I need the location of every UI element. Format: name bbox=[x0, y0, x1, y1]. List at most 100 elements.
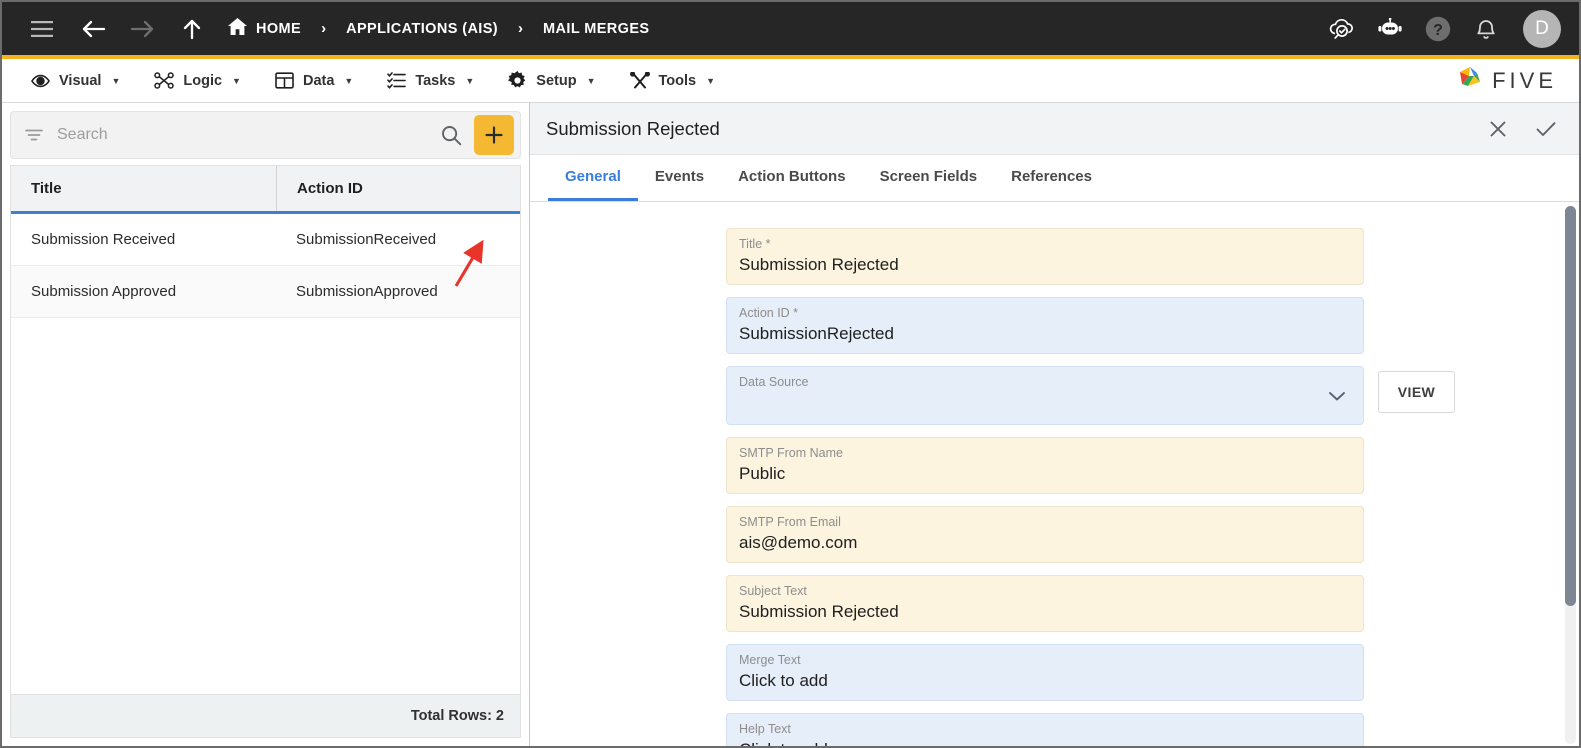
avatar[interactable]: D bbox=[1523, 9, 1561, 48]
chevron-down-icon[interactable] bbox=[1327, 389, 1347, 402]
detail-tabs: General Events Action Buttons Screen Fie… bbox=[530, 155, 1579, 202]
title-field-label: Title * bbox=[739, 237, 771, 251]
help-text-label: Help Text bbox=[739, 722, 791, 736]
gear-icon bbox=[508, 71, 527, 90]
breadcrumb-item-applications[interactable]: APPLICATIONS (AIS) bbox=[346, 21, 498, 37]
grid-column-header-title[interactable]: Title bbox=[11, 166, 276, 211]
merge-text-label: Merge Text bbox=[739, 653, 801, 667]
merge-text-field[interactable]: Merge Text Click to add bbox=[726, 644, 1364, 701]
grid-column-header-action-id[interactable]: Action ID bbox=[276, 166, 520, 211]
breadcrumb-label-mail-merges: MAIL MERGES bbox=[543, 20, 650, 37]
data-source-field-label: Data Source bbox=[739, 375, 809, 389]
help-icon[interactable]: ? bbox=[1421, 12, 1455, 46]
data-source-field[interactable]: Data Source bbox=[726, 366, 1364, 425]
main-body: Title Action ID Submission Received Subm… bbox=[2, 103, 1579, 746]
menu-label-setup: Setup bbox=[536, 72, 577, 89]
detail-header-actions bbox=[1485, 116, 1559, 142]
smtp-from-email-label: SMTP From Email bbox=[739, 515, 841, 529]
menu-item-data[interactable]: Data ▼ bbox=[258, 59, 370, 103]
grid-footer: Total Rows: 2 bbox=[10, 694, 521, 738]
tab-general[interactable]: General bbox=[548, 155, 638, 201]
menu-label-data: Data bbox=[302, 72, 335, 89]
title-field-value: Submission Rejected bbox=[739, 255, 899, 274]
menu-item-setup[interactable]: Setup ▼ bbox=[491, 59, 612, 103]
breadcrumb-item-home[interactable]: HOME bbox=[228, 17, 302, 39]
tab-events[interactable]: Events bbox=[638, 155, 721, 201]
check-icon[interactable] bbox=[1533, 116, 1559, 142]
action-id-field[interactable]: Action ID * SubmissionRejected bbox=[726, 297, 1364, 354]
logic-nodes-icon bbox=[154, 72, 175, 89]
grid-body: Submission Received SubmissionReceived S… bbox=[11, 214, 520, 694]
action-id-field-value: SubmissionRejected bbox=[739, 324, 894, 343]
hamburger-menu-icon[interactable] bbox=[22, 9, 62, 49]
notifications-bell-icon[interactable] bbox=[1469, 12, 1503, 46]
table-row[interactable]: Submission Received SubmissionReceived bbox=[11, 214, 520, 266]
cloud-check-icon[interactable] bbox=[1325, 12, 1359, 46]
close-icon[interactable] bbox=[1485, 116, 1511, 142]
tab-action-buttons[interactable]: Action Buttons bbox=[721, 155, 862, 201]
five-logo-text: FIVE bbox=[1492, 67, 1557, 93]
subject-text-field[interactable]: Subject Text Submission Rejected bbox=[726, 575, 1364, 632]
arrow-forward-icon bbox=[122, 9, 162, 49]
field-row-title: Title * Submission Rejected bbox=[530, 228, 1579, 285]
chevron-down-icon: ▼ bbox=[111, 75, 121, 86]
cell-title: Submission Approved bbox=[31, 283, 177, 300]
menu-item-logic[interactable]: Logic ▼ bbox=[137, 59, 258, 103]
arrow-back-icon[interactable] bbox=[74, 9, 114, 49]
help-text-value: Click to add bbox=[739, 738, 1349, 746]
menu-label-visual: Visual bbox=[59, 72, 102, 89]
top-nav-controls bbox=[22, 9, 212, 49]
five-logo: FIVE bbox=[1455, 64, 1557, 97]
table-row[interactable]: Submission Approved SubmissionApproved bbox=[11, 266, 520, 318]
form-scrollbar-track[interactable] bbox=[1565, 206, 1576, 744]
menu-item-tools[interactable]: Tools ▼ bbox=[613, 59, 733, 103]
chevron-down-icon: ▼ bbox=[232, 75, 241, 86]
detail-header: Submission Rejected bbox=[530, 103, 1579, 155]
menu-item-tasks[interactable]: Tasks ▼ bbox=[370, 59, 491, 103]
svg-text:?: ? bbox=[1433, 22, 1443, 39]
home-icon bbox=[228, 17, 247, 39]
form-scroll-area: Title * Submission Rejected Action ID * … bbox=[530, 202, 1579, 746]
smtp-from-email-field[interactable]: SMTP From Email ais@demo.com bbox=[726, 506, 1364, 563]
top-navigation-bar: HOME › APPLICATIONS (AIS) › MAIL MERGES … bbox=[2, 2, 1579, 55]
records-grid: Title Action ID Submission Received Subm… bbox=[10, 165, 521, 694]
view-button[interactable]: VIEW bbox=[1378, 371, 1455, 413]
tab-screen-fields[interactable]: Screen Fields bbox=[863, 155, 995, 201]
help-text-field[interactable]: Help Text Click to add bbox=[726, 713, 1364, 746]
cell-action-id: SubmissionReceived bbox=[296, 231, 437, 248]
title-field[interactable]: Title * Submission Rejected bbox=[726, 228, 1364, 285]
chevron-down-icon: ▼ bbox=[706, 75, 716, 86]
cell-title: Submission Received bbox=[31, 231, 176, 248]
breadcrumb-separator: › bbox=[518, 20, 524, 37]
records-list-pane: Title Action ID Submission Received Subm… bbox=[2, 103, 530, 746]
breadcrumb-item-mail-merges[interactable]: MAIL MERGES bbox=[543, 21, 649, 37]
field-row-help-text: Help Text Click to add bbox=[530, 713, 1579, 746]
module-menu-bar: Visual ▼ Logic ▼ Data ▼ Tasks ▼ Setup ▼ … bbox=[2, 59, 1579, 103]
task-list-icon bbox=[387, 72, 407, 89]
breadcrumb-label-home: HOME bbox=[256, 20, 302, 37]
arrow-up-icon[interactable] bbox=[172, 9, 212, 49]
smtp-from-name-field[interactable]: SMTP From Name Public bbox=[726, 437, 1364, 494]
field-row-smtp-from-name: SMTP From Name Public bbox=[530, 437, 1579, 494]
menu-item-visual[interactable]: Visual ▼ bbox=[14, 59, 137, 103]
page-title: Submission Rejected bbox=[546, 117, 720, 139]
search-toolbar bbox=[2, 103, 529, 165]
table-grid-icon bbox=[275, 72, 294, 89]
search-box bbox=[10, 111, 521, 159]
cell-action-id: SubmissionApproved bbox=[296, 283, 438, 300]
form-scrollbar-thumb[interactable] bbox=[1565, 206, 1576, 606]
tab-references[interactable]: References bbox=[994, 155, 1109, 201]
search-icon[interactable] bbox=[433, 125, 470, 146]
chevron-down-icon: ▼ bbox=[465, 75, 475, 86]
add-record-button[interactable] bbox=[474, 115, 514, 155]
top-nav-actions: ? D bbox=[1325, 9, 1561, 48]
chevron-down-icon: ▼ bbox=[344, 75, 354, 86]
smtp-from-name-label: SMTP From Name bbox=[739, 446, 843, 460]
field-row-action-id: Action ID * SubmissionRejected bbox=[530, 297, 1579, 354]
field-row-smtp-from-email: SMTP From Email ais@demo.com bbox=[530, 506, 1579, 563]
search-input[interactable] bbox=[43, 126, 433, 144]
menu-label-logic: Logic bbox=[183, 72, 223, 89]
chat-bot-icon[interactable] bbox=[1373, 12, 1407, 46]
filter-icon[interactable] bbox=[25, 128, 43, 142]
smtp-from-name-value: Public bbox=[739, 464, 786, 483]
